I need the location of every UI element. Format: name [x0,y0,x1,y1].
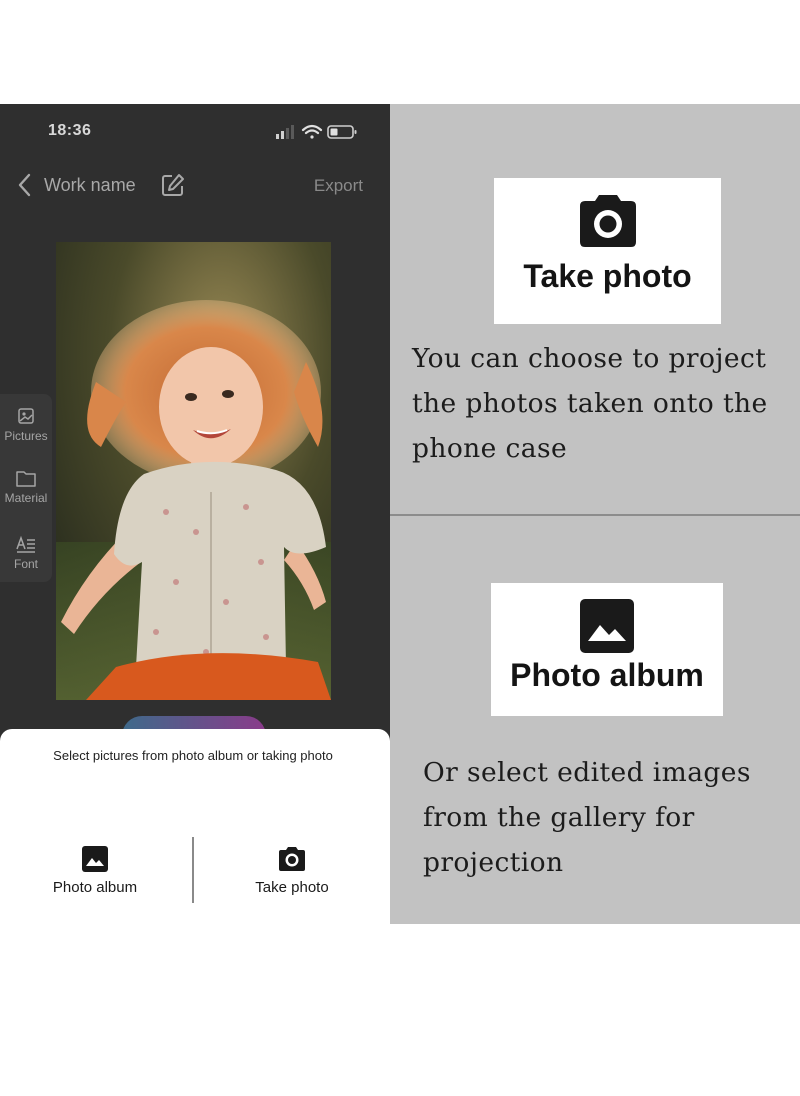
pictures-label: Pictures [4,429,48,443]
work-name-title: Work name [44,175,136,195]
photo-album-label: Photo album [52,879,138,896]
battery-icon [327,125,357,139]
edit-icon[interactable] [160,172,186,198]
camera-icon [579,195,636,247]
child-photo [56,242,331,700]
font-label: Font [13,557,38,571]
photo-album-option[interactable]: Photo album [0,845,190,896]
material-tool[interactable]: Material [0,468,52,505]
signal-icon [276,125,294,139]
material-label: Material [4,491,48,505]
export-button[interactable]: Export [314,176,363,196]
camera-icon [279,847,305,871]
phone-screen: 18:36 Work name Export Pictures Material… [0,104,390,924]
pictures-tool[interactable]: Pictures [0,406,52,443]
description-line: You can choose to project [412,343,767,374]
back-chevron-icon[interactable] [14,172,36,198]
font-icon [16,535,35,553]
photo-album-card: Photo album [491,583,723,716]
description-line: projection [423,847,564,878]
take-photo-label: Take photo [255,879,329,896]
status-time: 18:36 [48,122,92,139]
photo-album-panel: Photo album Or select edited images from… [390,516,800,924]
take-photo-card: Take photo [494,178,721,324]
image-icon [82,846,108,872]
photo-album-description: Or select edited images from the gallery… [423,750,751,885]
font-tool[interactable]: Font [0,534,52,571]
sheet-divider [192,837,194,903]
description-line: phone case [412,433,568,464]
take-photo-description: You can choose to project the photos tak… [412,336,768,471]
photo-album-card-label: Photo album [510,657,704,693]
take-photo-option[interactable]: Take photo [197,845,387,896]
wifi-icon [301,124,323,139]
status-icons [276,124,357,139]
take-photo-card-label: Take photo [523,258,692,294]
photo-preview [56,242,331,700]
take-photo-panel: Take photo You can choose to project the… [390,104,800,514]
description-line: the photos taken onto the [412,388,768,419]
folder-icon [16,471,36,487]
image-icon [580,599,634,653]
picker-sheet: Select pictures from photo album or taki… [0,729,390,924]
side-toolbar: Pictures Material Font [0,394,52,582]
pictures-icon [18,408,34,424]
sheet-title: Select pictures from photo album or taki… [53,748,333,763]
description-line: Or select edited images [423,757,751,788]
description-line: from the gallery for [423,802,695,833]
